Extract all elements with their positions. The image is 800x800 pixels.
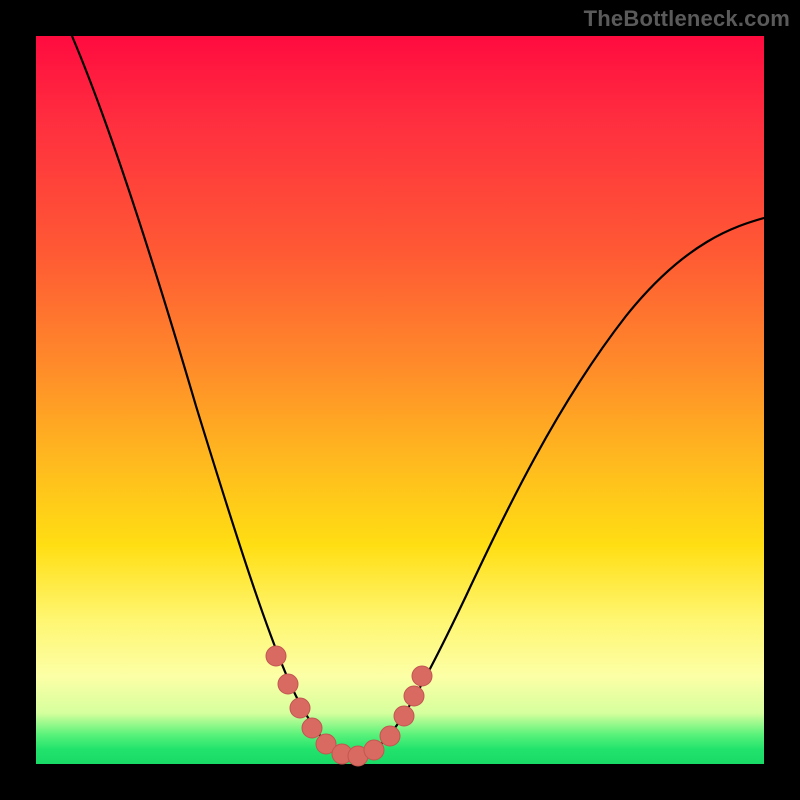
marker-dot	[278, 674, 298, 694]
watermark-text: TheBottleneck.com	[584, 6, 790, 32]
marker-group	[266, 646, 432, 766]
marker-dot	[266, 646, 286, 666]
marker-dot	[302, 718, 322, 738]
bottleneck-curve	[72, 36, 764, 756]
chart-stage: TheBottleneck.com	[0, 0, 800, 800]
marker-dot	[412, 666, 432, 686]
marker-dot	[404, 686, 424, 706]
marker-dot	[380, 726, 400, 746]
marker-dot	[290, 698, 310, 718]
plot-area	[36, 36, 764, 764]
marker-dot	[364, 740, 384, 760]
marker-dot	[394, 706, 414, 726]
curve-svg	[36, 36, 764, 764]
